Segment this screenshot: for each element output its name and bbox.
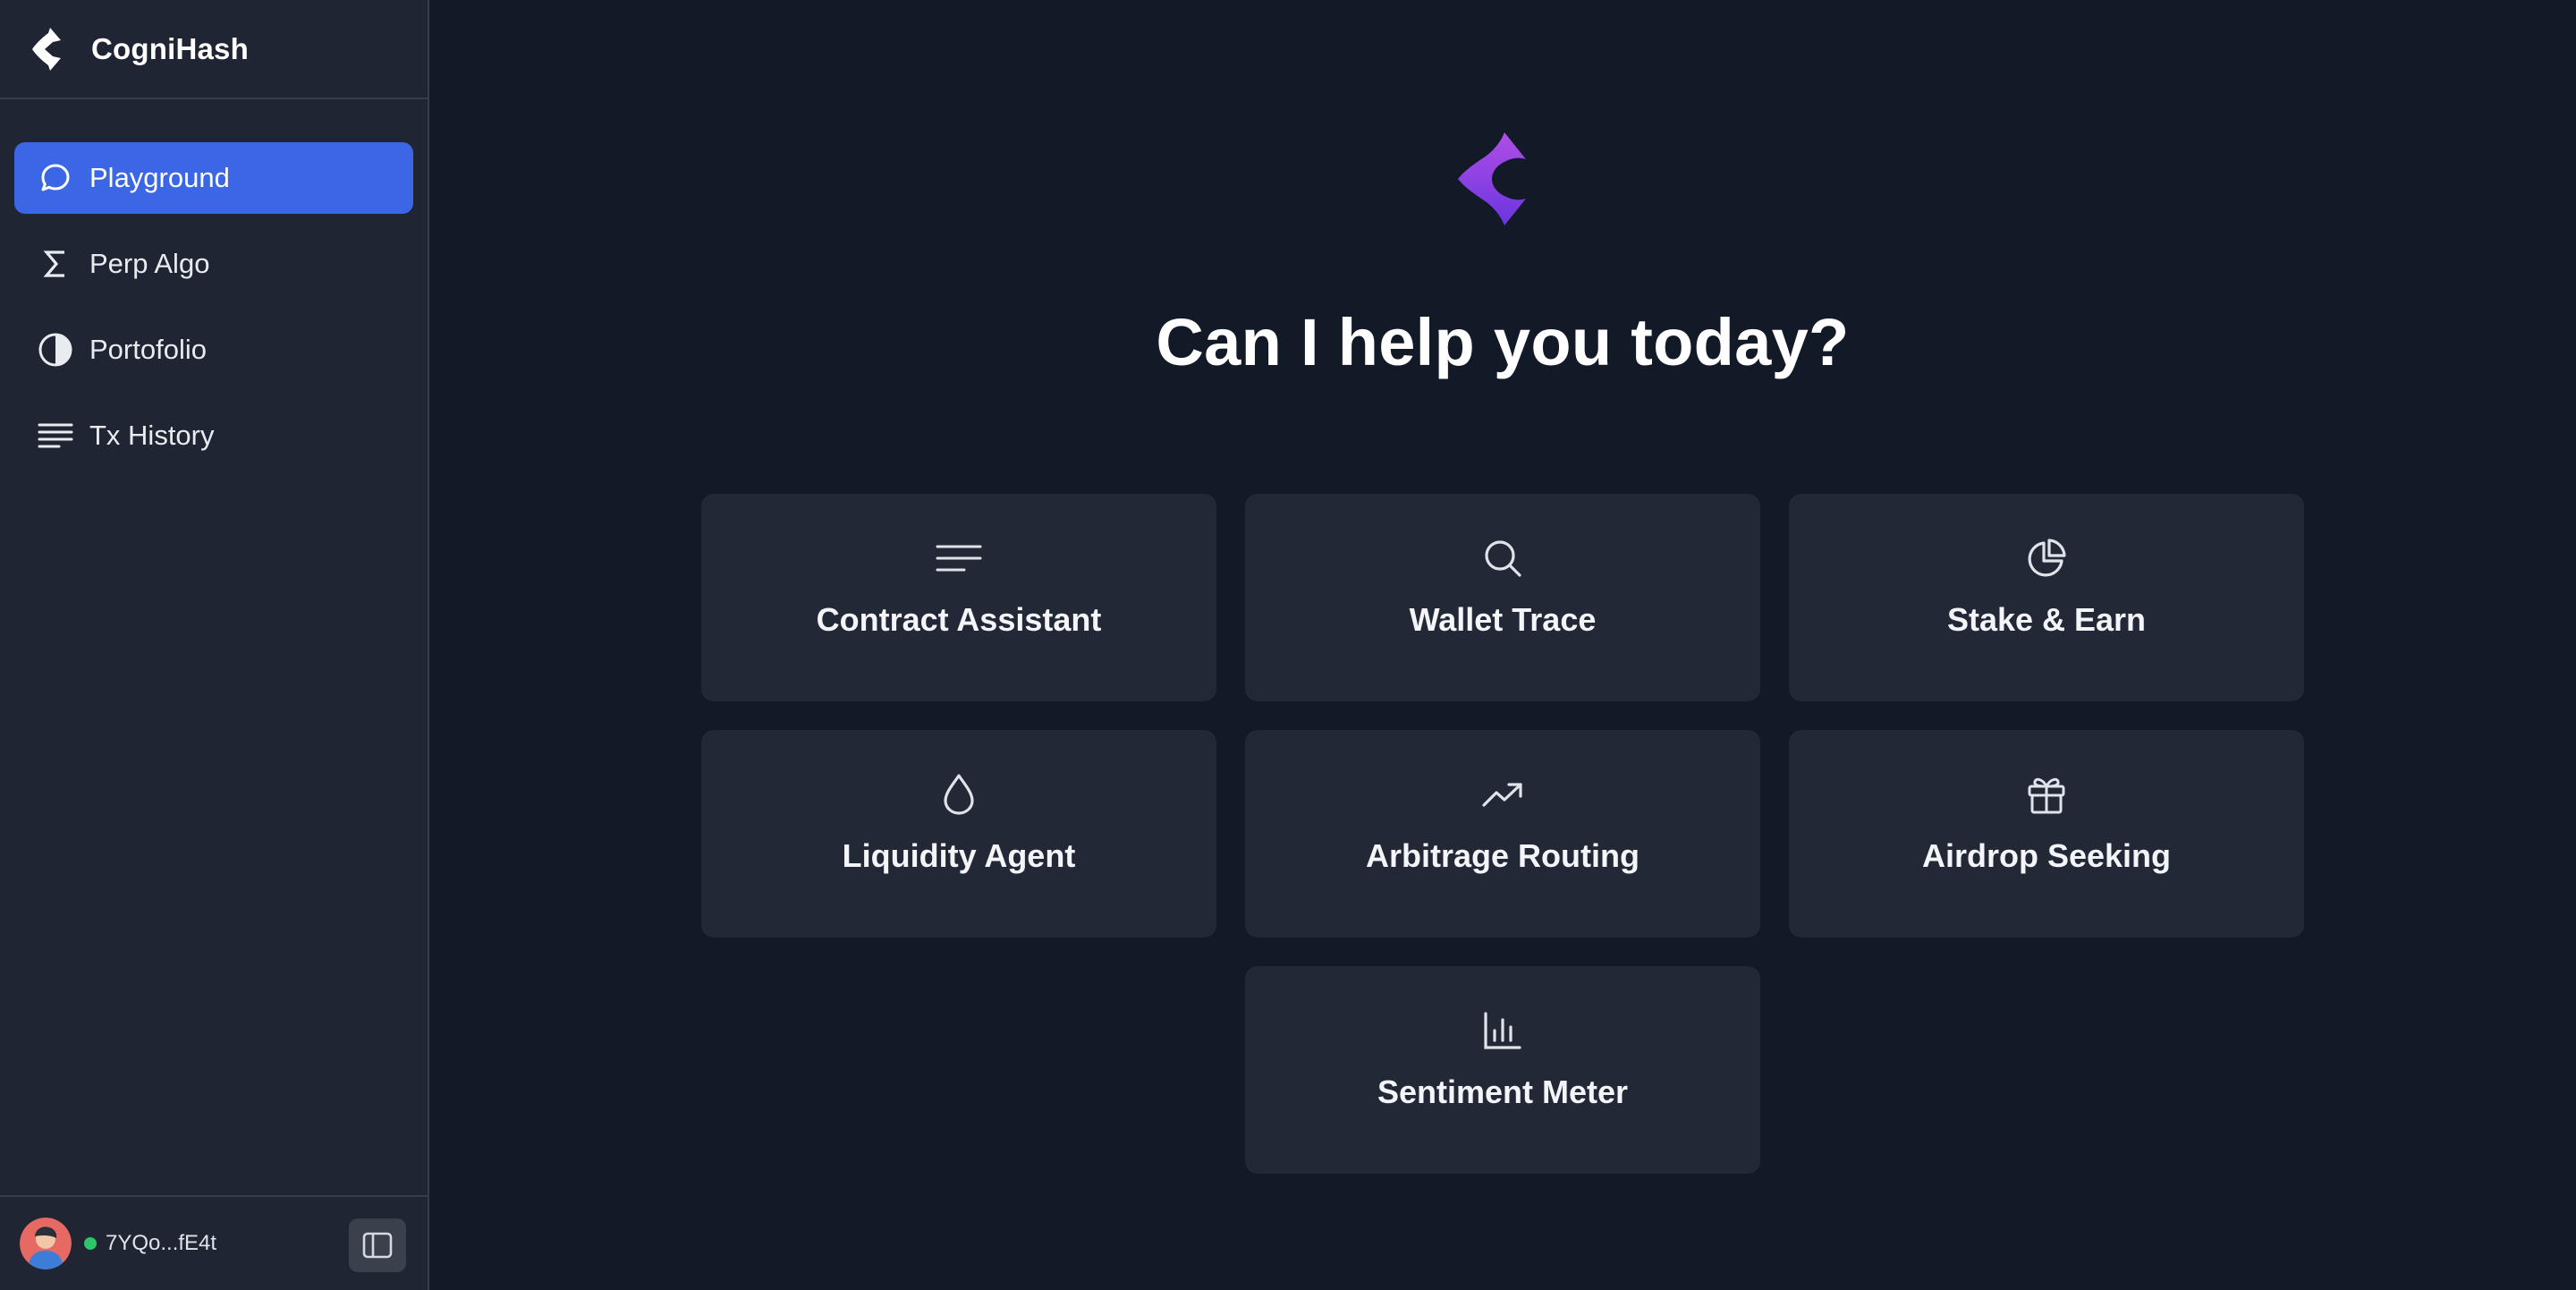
sidebar-item-label: Tx History [89, 420, 215, 451]
card-liquidity-agent[interactable]: Liquidity Agent [701, 730, 1216, 938]
sidebar-toggle-button[interactable] [349, 1218, 406, 1272]
sigma-icon [38, 246, 73, 282]
page-title: Can I help you today? [1156, 305, 1850, 379]
wallet-address: 7YQo...fE4t [106, 1231, 217, 1255]
card-airdrop-seeking[interactable]: Airdrop Seeking [1789, 730, 2304, 938]
bar-chart-icon [1479, 1007, 1526, 1054]
half-circle-icon [38, 332, 73, 368]
gift-icon [2023, 771, 2070, 818]
trending-up-icon [1479, 771, 1526, 818]
avatar[interactable] [20, 1218, 72, 1269]
chat-bubble-icon [38, 160, 73, 196]
main-content: Can I help you today? Contract Assistant… [429, 0, 2576, 1290]
sidebar-item-label: Perp Algo [89, 248, 210, 279]
sidebar-item-tx-history[interactable]: Tx History [14, 400, 413, 471]
sidebar-toggle-icon [362, 1232, 393, 1259]
card-label: Contract Assistant [816, 601, 1102, 638]
card-label: Stake & Earn [1946, 601, 2147, 638]
card-contract-assistant[interactable]: Contract Assistant [701, 494, 1216, 701]
sidebar-item-portofolio[interactable]: Portofolio [14, 314, 413, 386]
lines-icon [38, 418, 73, 454]
card-label: Airdrop Seeking [1921, 837, 2172, 874]
card-label: Liquidity Agent [842, 837, 1076, 874]
card-wallet-trace[interactable]: Wallet Trace [1245, 494, 1760, 701]
cognihash-logo-icon [32, 27, 61, 71]
sidebar-nav: Playground Perp Algo Portofolio Tx Histo… [0, 99, 428, 471]
sidebar-item-perp-algo[interactable]: Perp Algo [14, 228, 413, 300]
card-label: Wallet Trace [1409, 601, 1597, 638]
pie-chart-icon [2023, 535, 2070, 581]
card-sentiment-meter[interactable]: Sentiment Meter [1245, 966, 1760, 1174]
sidebar-item-label: Portofolio [89, 334, 207, 365]
brand-name: CogniHash [91, 31, 249, 65]
sidebar-item-label: Playground [89, 162, 230, 193]
cognihash-hero-logo-icon [1458, 132, 1526, 225]
card-label: Arbitrage Routing [1366, 837, 1640, 874]
online-status-dot [84, 1237, 97, 1250]
account-footer: 7YQo...fE4t [0, 1195, 428, 1290]
sidebar-item-playground[interactable]: Playground [14, 142, 413, 214]
brand[interactable]: CogniHash [0, 0, 428, 99]
sidebar: CogniHash Playground Perp Algo Portofoli… [0, 0, 429, 1290]
card-stake-earn[interactable]: Stake & Earn [1789, 494, 2304, 701]
search-icon [1479, 535, 1526, 581]
text-lines-icon [936, 535, 982, 581]
droplet-icon [936, 771, 982, 818]
card-arbitrage-routing[interactable]: Arbitrage Routing [1245, 730, 1760, 938]
card-label: Sentiment Meter [1377, 1074, 1629, 1110]
